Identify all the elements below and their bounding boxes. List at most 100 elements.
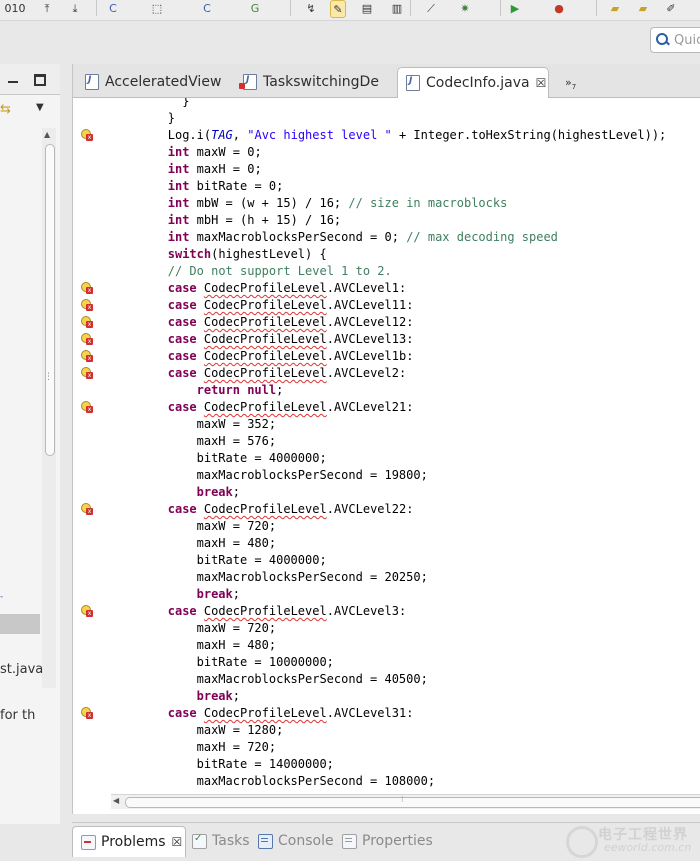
code-line: case CodecProfileLevel.AVCLevel12: <box>167 315 414 329</box>
pin-icon[interactable]: ⟋ <box>424 0 438 16</box>
code-line: maxH = 576; <box>196 434 277 448</box>
tab-console[interactable]: Console <box>250 826 334 856</box>
tab-taskswitching[interactable]: TaskswitchingDe <box>235 68 379 96</box>
left-list-item[interactable]: for th <box>0 708 35 723</box>
code-line: bitRate = 14000000; <box>196 757 334 771</box>
console-icon <box>258 833 273 849</box>
properties-icon <box>342 833 357 849</box>
warning-quickfix-icon[interactable]: x <box>81 316 93 328</box>
tab-tasks[interactable]: Tasks <box>184 826 250 856</box>
code-line: case CodecProfileLevel.AVCLevel2: <box>167 366 407 380</box>
error-icon: x <box>86 321 93 328</box>
tasks-icon <box>192 833 207 849</box>
search-icon <box>655 32 671 48</box>
warning-quickfix-icon[interactable]: x <box>81 282 93 294</box>
close-tab-icon[interactable]: ☒ <box>172 835 183 849</box>
toolbar-separator <box>290 0 291 16</box>
quick-access-field[interactable]: Quic <box>650 27 700 53</box>
refresh-icon-glyph: G <box>250 1 260 15</box>
download-icon[interactable]: ⤓ <box>68 0 82 16</box>
upload-icon[interactable]: ⤒ <box>40 0 54 16</box>
stack-icon[interactable]: ▥ <box>390 0 404 16</box>
left-view-header <box>0 64 60 95</box>
warning-quickfix-icon[interactable]: x <box>81 367 93 379</box>
new-file-icon[interactable]: C <box>200 0 214 16</box>
binary-icon-glyph: 010 <box>4 1 26 15</box>
edit-pencil-icon[interactable]: ✐ <box>664 0 678 16</box>
tab-properties[interactable]: Properties <box>334 826 433 856</box>
warning-quickfix-icon[interactable]: x <box>81 401 93 413</box>
scroll-grip-icon: ⁝ <box>401 795 404 804</box>
maximize-icon[interactable] <box>34 74 46 86</box>
warning-quickfix-icon[interactable]: x <box>81 707 93 719</box>
error-icon: x <box>86 610 93 617</box>
warning-quickfix-icon[interactable]: x <box>81 605 93 617</box>
highlight-pen-icon[interactable]: ✎ <box>330 0 346 18</box>
code-line: // Do not support Level 1 to 2. <box>167 264 392 278</box>
warning-quickfix-icon[interactable]: x <box>81 299 93 311</box>
binary-icon[interactable]: 010 <box>4 0 26 16</box>
open-folder-icon[interactable]: ▰ <box>608 0 622 16</box>
stop-icon[interactable]: ● <box>552 0 566 16</box>
warning-quickfix-icon[interactable]: x <box>81 129 93 141</box>
code-line: case CodecProfileLevel.AVCLevel11: <box>167 298 414 312</box>
open-folder-alt-icon-glyph: ▰ <box>638 1 648 15</box>
new-file-icon-glyph: C <box>203 1 211 15</box>
new-class-icon[interactable]: C <box>106 0 120 16</box>
warning-quickfix-icon[interactable]: x <box>81 333 93 345</box>
open-type-icon[interactable]: ⬚ <box>150 0 164 16</box>
scroll-thumb[interactable] <box>45 144 55 456</box>
debug-step-icon-glyph: ↯ <box>306 1 316 15</box>
code-line: maxW = 1280; <box>196 723 284 737</box>
left-view-panel: ⇆ ▼ ▲ ⋮ - st.java for th <box>0 64 60 824</box>
view-menu-chevron-down-icon[interactable]: ▼ <box>36 102 44 113</box>
debug-step-icon[interactable]: ↯ <box>304 0 318 16</box>
tab-overflow-button[interactable]: »7 <box>565 76 576 91</box>
code-line: case CodecProfileLevel.AVCLevel13: <box>167 332 414 346</box>
code-line: switch(highestLevel) { <box>167 247 327 261</box>
overflow-icon: » <box>565 76 572 89</box>
warning-quickfix-icon[interactable]: x <box>81 503 93 515</box>
code-line: maxMacroblocksPerSecond = 40500; <box>196 672 428 686</box>
editor-gutter: x x x x x x x x x x x <box>73 98 95 798</box>
code-line: maxMacroblocksPerSecond = 108000; <box>196 774 436 788</box>
scroll-thumb[interactable] <box>125 797 700 808</box>
code-line: case CodecProfileLevel.AVCLevel22: <box>167 502 414 516</box>
left-marker-text: - <box>0 592 4 602</box>
link-editor-icon[interactable]: ⇆ <box>0 102 11 117</box>
stack-icon-glyph: ▥ <box>391 1 403 15</box>
toolbar-separator <box>410 0 411 16</box>
tab-codecinfo[interactable]: CodecInfo.java ☒ <box>397 67 549 99</box>
left-selection-band <box>0 614 40 634</box>
code-line: break; <box>196 689 240 703</box>
error-icon: x <box>86 355 93 362</box>
highlight-pen-icon-glyph: ✎ <box>333 2 343 16</box>
scroll-up-icon[interactable]: ▲ <box>44 130 50 139</box>
code-text-area[interactable]: }} Log.i(TAG, "Avc highest level " + Inte… <box>95 98 700 790</box>
tab-accelerated-view[interactable]: AcceleratedView <box>77 68 221 96</box>
left-list-item[interactable]: st.java <box>0 662 43 677</box>
error-icon: x <box>86 134 93 141</box>
warning-quickfix-icon[interactable]: x <box>81 350 93 362</box>
code-line: int maxH = 0; <box>167 162 262 176</box>
left-vertical-scrollbar[interactable]: ▲ ⋮ <box>42 128 56 688</box>
page-icon[interactable]: ▤ <box>360 0 374 16</box>
bug-icon[interactable]: ✷ <box>458 0 472 16</box>
open-folder-alt-icon[interactable]: ▰ <box>636 0 650 16</box>
code-line: int maxW = 0; <box>167 145 262 159</box>
code-line: int maxMacroblocksPerSecond = 0; // max … <box>167 230 558 244</box>
close-tab-icon[interactable]: ☒ <box>536 76 547 90</box>
code-line: } <box>182 98 190 108</box>
code-line: case CodecProfileLevel.AVCLevel21: <box>167 400 414 414</box>
editor-horizontal-scrollbar[interactable]: ◀ ⁝ <box>111 794 700 809</box>
run-icon[interactable]: ▶ <box>508 0 522 16</box>
scroll-left-icon[interactable]: ◀ <box>113 796 119 805</box>
minimize-icon[interactable] <box>8 81 18 83</box>
error-icon: x <box>86 508 93 515</box>
code-line: maxH = 480; <box>196 638 277 652</box>
refresh-icon[interactable]: G <box>248 0 262 16</box>
pin-icon-glyph: ⟋ <box>427 1 435 15</box>
tab-problems[interactable]: Problems ☒ <box>72 826 186 857</box>
upload-icon-glyph: ⤒ <box>44 1 50 15</box>
code-line: maxW = 720; <box>196 519 277 533</box>
